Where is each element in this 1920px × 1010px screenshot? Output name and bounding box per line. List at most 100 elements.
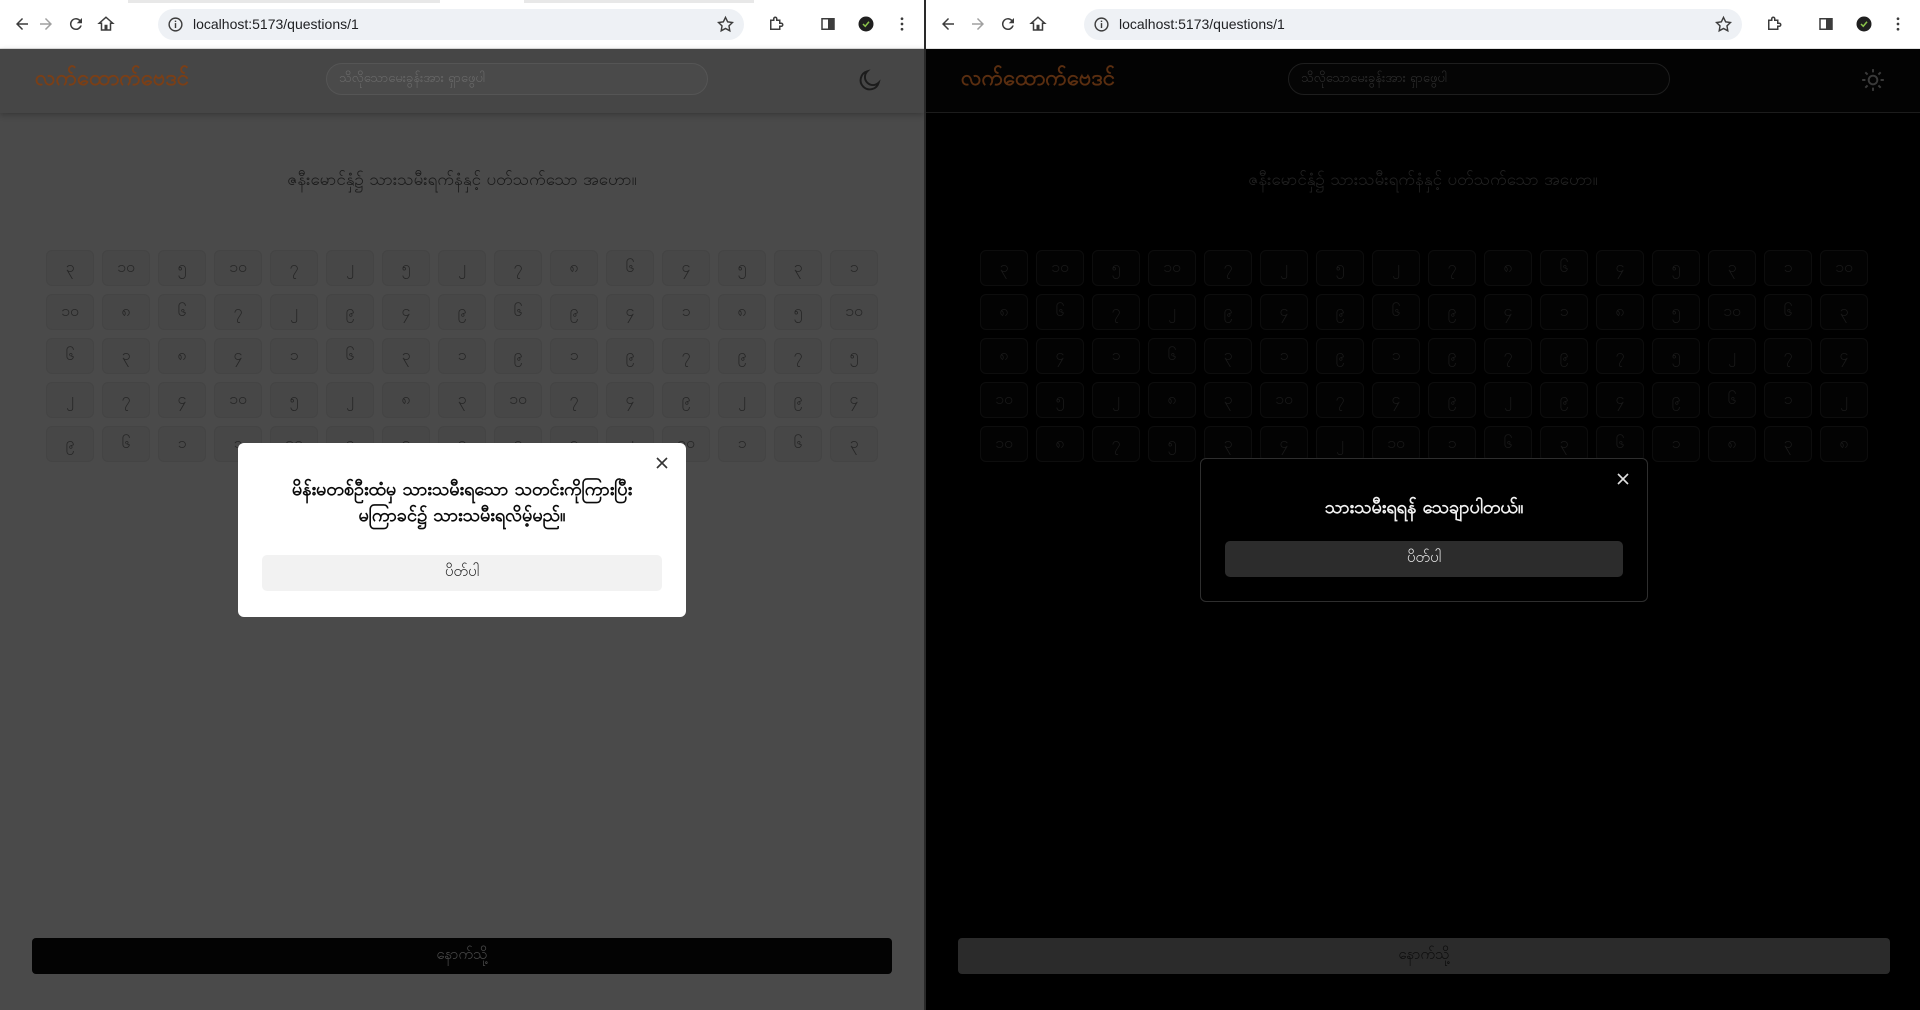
number-cell[interactable]: ၉ — [494, 338, 542, 374]
number-cell[interactable]: ၇ — [662, 338, 710, 374]
number-cell[interactable]: ၂ — [1484, 382, 1532, 418]
number-cell[interactable]: ၄ — [158, 382, 206, 418]
brand-logo[interactable]: လက်ထောက်ဗေဒင် — [35, 63, 189, 96]
number-cell[interactable]: ၁ — [1372, 338, 1420, 374]
number-cell[interactable]: ၄ — [1372, 382, 1420, 418]
back-nav-button[interactable] — [10, 12, 34, 36]
number-cell[interactable]: ၃ — [1708, 250, 1756, 286]
number-cell[interactable]: ၈ — [980, 338, 1028, 374]
number-cell[interactable]: ၆ — [1540, 250, 1588, 286]
side-panel-button[interactable] — [816, 12, 840, 36]
number-cell[interactable]: ၆ — [774, 426, 822, 462]
number-cell[interactable]: ၂ — [1316, 426, 1364, 462]
number-cell[interactable]: ၁ — [1652, 426, 1700, 462]
number-cell[interactable]: ၅ — [774, 294, 822, 330]
back-nav-button[interactable] — [936, 12, 960, 36]
number-cell[interactable]: ၆ — [606, 250, 654, 286]
forward-nav-button[interactable] — [34, 12, 58, 36]
number-cell[interactable]: ၉ — [1540, 382, 1588, 418]
moon-icon[interactable] — [857, 67, 883, 93]
number-cell[interactable]: ၁၀ — [830, 294, 878, 330]
number-cell[interactable]: ၂ — [1092, 382, 1140, 418]
info-icon[interactable] — [167, 16, 184, 33]
bookmark-star-icon[interactable] — [1714, 15, 1733, 34]
number-cell[interactable]: ၂ — [1708, 338, 1756, 374]
number-cell[interactable]: ၅ — [1316, 250, 1364, 286]
number-cell[interactable]: ၆ — [1036, 294, 1084, 330]
number-cell[interactable]: ၁ — [438, 338, 486, 374]
number-cell[interactable]: ၉ — [1428, 294, 1476, 330]
number-cell[interactable]: ၁၀ — [980, 426, 1028, 462]
number-cell[interactable]: ၈ — [1820, 426, 1868, 462]
number-cell[interactable]: ၅ — [1652, 250, 1700, 286]
number-cell[interactable]: ၇ — [1092, 426, 1140, 462]
sun-icon[interactable] — [1860, 67, 1886, 93]
number-cell[interactable]: ၆ — [1708, 382, 1756, 418]
search-input[interactable]: သိလိုသောမေးခွန်းအား ရှာဖွေပါ — [326, 63, 708, 95]
number-cell[interactable]: ၄ — [1484, 294, 1532, 330]
number-cell[interactable]: ၈ — [550, 250, 598, 286]
number-cell[interactable]: ၃ — [1204, 338, 1252, 374]
close-dialog-button[interactable]: ပိတ်ပါ — [1225, 541, 1623, 577]
number-cell[interactable]: ၅ — [1652, 338, 1700, 374]
number-cell[interactable]: ၉ — [46, 426, 94, 462]
number-cell[interactable]: ၄ — [1036, 338, 1084, 374]
number-cell[interactable]: ၄ — [214, 338, 262, 374]
number-cell[interactable]: ၈ — [718, 294, 766, 330]
forward-nav-button[interactable] — [966, 12, 990, 36]
number-cell[interactable]: ၇ — [774, 338, 822, 374]
menu-button[interactable] — [890, 12, 914, 36]
number-cell[interactable]: ၈ — [1148, 382, 1196, 418]
number-cell[interactable]: ၇ — [1316, 382, 1364, 418]
extensions-button[interactable] — [764, 12, 788, 36]
home-button[interactable] — [1026, 12, 1050, 36]
side-panel-button[interactable] — [1814, 12, 1838, 36]
number-cell[interactable]: ၇ — [214, 294, 262, 330]
number-cell[interactable]: ၂ — [1820, 382, 1868, 418]
number-cell[interactable]: ၆ — [494, 294, 542, 330]
number-cell[interactable]: ၁ — [158, 426, 206, 462]
number-cell[interactable]: ၈ — [1036, 426, 1084, 462]
number-cell[interactable]: ၂ — [1260, 250, 1308, 286]
number-cell[interactable]: ၅ — [718, 250, 766, 286]
back-button[interactable]: နောက်သို့ — [958, 938, 1890, 974]
number-cell[interactable]: ၁၀ — [980, 382, 1028, 418]
number-cell[interactable]: ၂ — [438, 250, 486, 286]
number-cell[interactable]: ၅ — [830, 338, 878, 374]
number-cell[interactable]: ၈ — [1484, 250, 1532, 286]
number-cell[interactable]: ၁၀ — [1260, 382, 1308, 418]
number-cell[interactable]: ၉ — [1428, 382, 1476, 418]
number-cell[interactable]: ၁ — [1764, 382, 1812, 418]
number-cell[interactable]: ၂ — [326, 382, 374, 418]
close-icon[interactable] — [654, 455, 670, 471]
number-cell[interactable]: ၄ — [606, 382, 654, 418]
number-cell[interactable]: ၈ — [1596, 294, 1644, 330]
number-cell[interactable]: ၃ — [102, 338, 150, 374]
number-cell[interactable]: ၇ — [1204, 250, 1252, 286]
number-cell[interactable]: ၈ — [980, 294, 1028, 330]
number-cell[interactable]: ၅ — [382, 250, 430, 286]
profile-button[interactable] — [854, 12, 878, 36]
number-cell[interactable]: ၄ — [382, 294, 430, 330]
number-cell[interactable]: ၅ — [1148, 426, 1196, 462]
number-cell[interactable]: ၂ — [1148, 294, 1196, 330]
search-input[interactable]: သိလိုသောမေးခွန်းအား ရှာဖွေပါ — [1288, 63, 1670, 95]
number-cell[interactable]: ၃ — [980, 250, 1028, 286]
number-cell[interactable]: ၁ — [830, 250, 878, 286]
number-cell[interactable]: ၁၀ — [1820, 250, 1868, 286]
number-cell[interactable]: ၇ — [1764, 338, 1812, 374]
number-cell[interactable]: ၁၀ — [102, 250, 150, 286]
number-cell[interactable]: ၆ — [326, 338, 374, 374]
number-cell[interactable]: ၅ — [1652, 294, 1700, 330]
profile-button[interactable] — [1852, 12, 1876, 36]
close-icon[interactable] — [1615, 471, 1631, 487]
number-cell[interactable]: ၁၀ — [1148, 250, 1196, 286]
number-cell[interactable]: ၁၀ — [214, 250, 262, 286]
number-cell[interactable]: ၁၀ — [214, 382, 262, 418]
number-cell[interactable]: ၆ — [1764, 294, 1812, 330]
number-cell[interactable]: ၉ — [1428, 338, 1476, 374]
number-cell[interactable]: ၆ — [158, 294, 206, 330]
number-cell[interactable]: ၇ — [1596, 338, 1644, 374]
number-cell[interactable]: ၆ — [1148, 338, 1196, 374]
number-cell[interactable]: ၃ — [1820, 294, 1868, 330]
